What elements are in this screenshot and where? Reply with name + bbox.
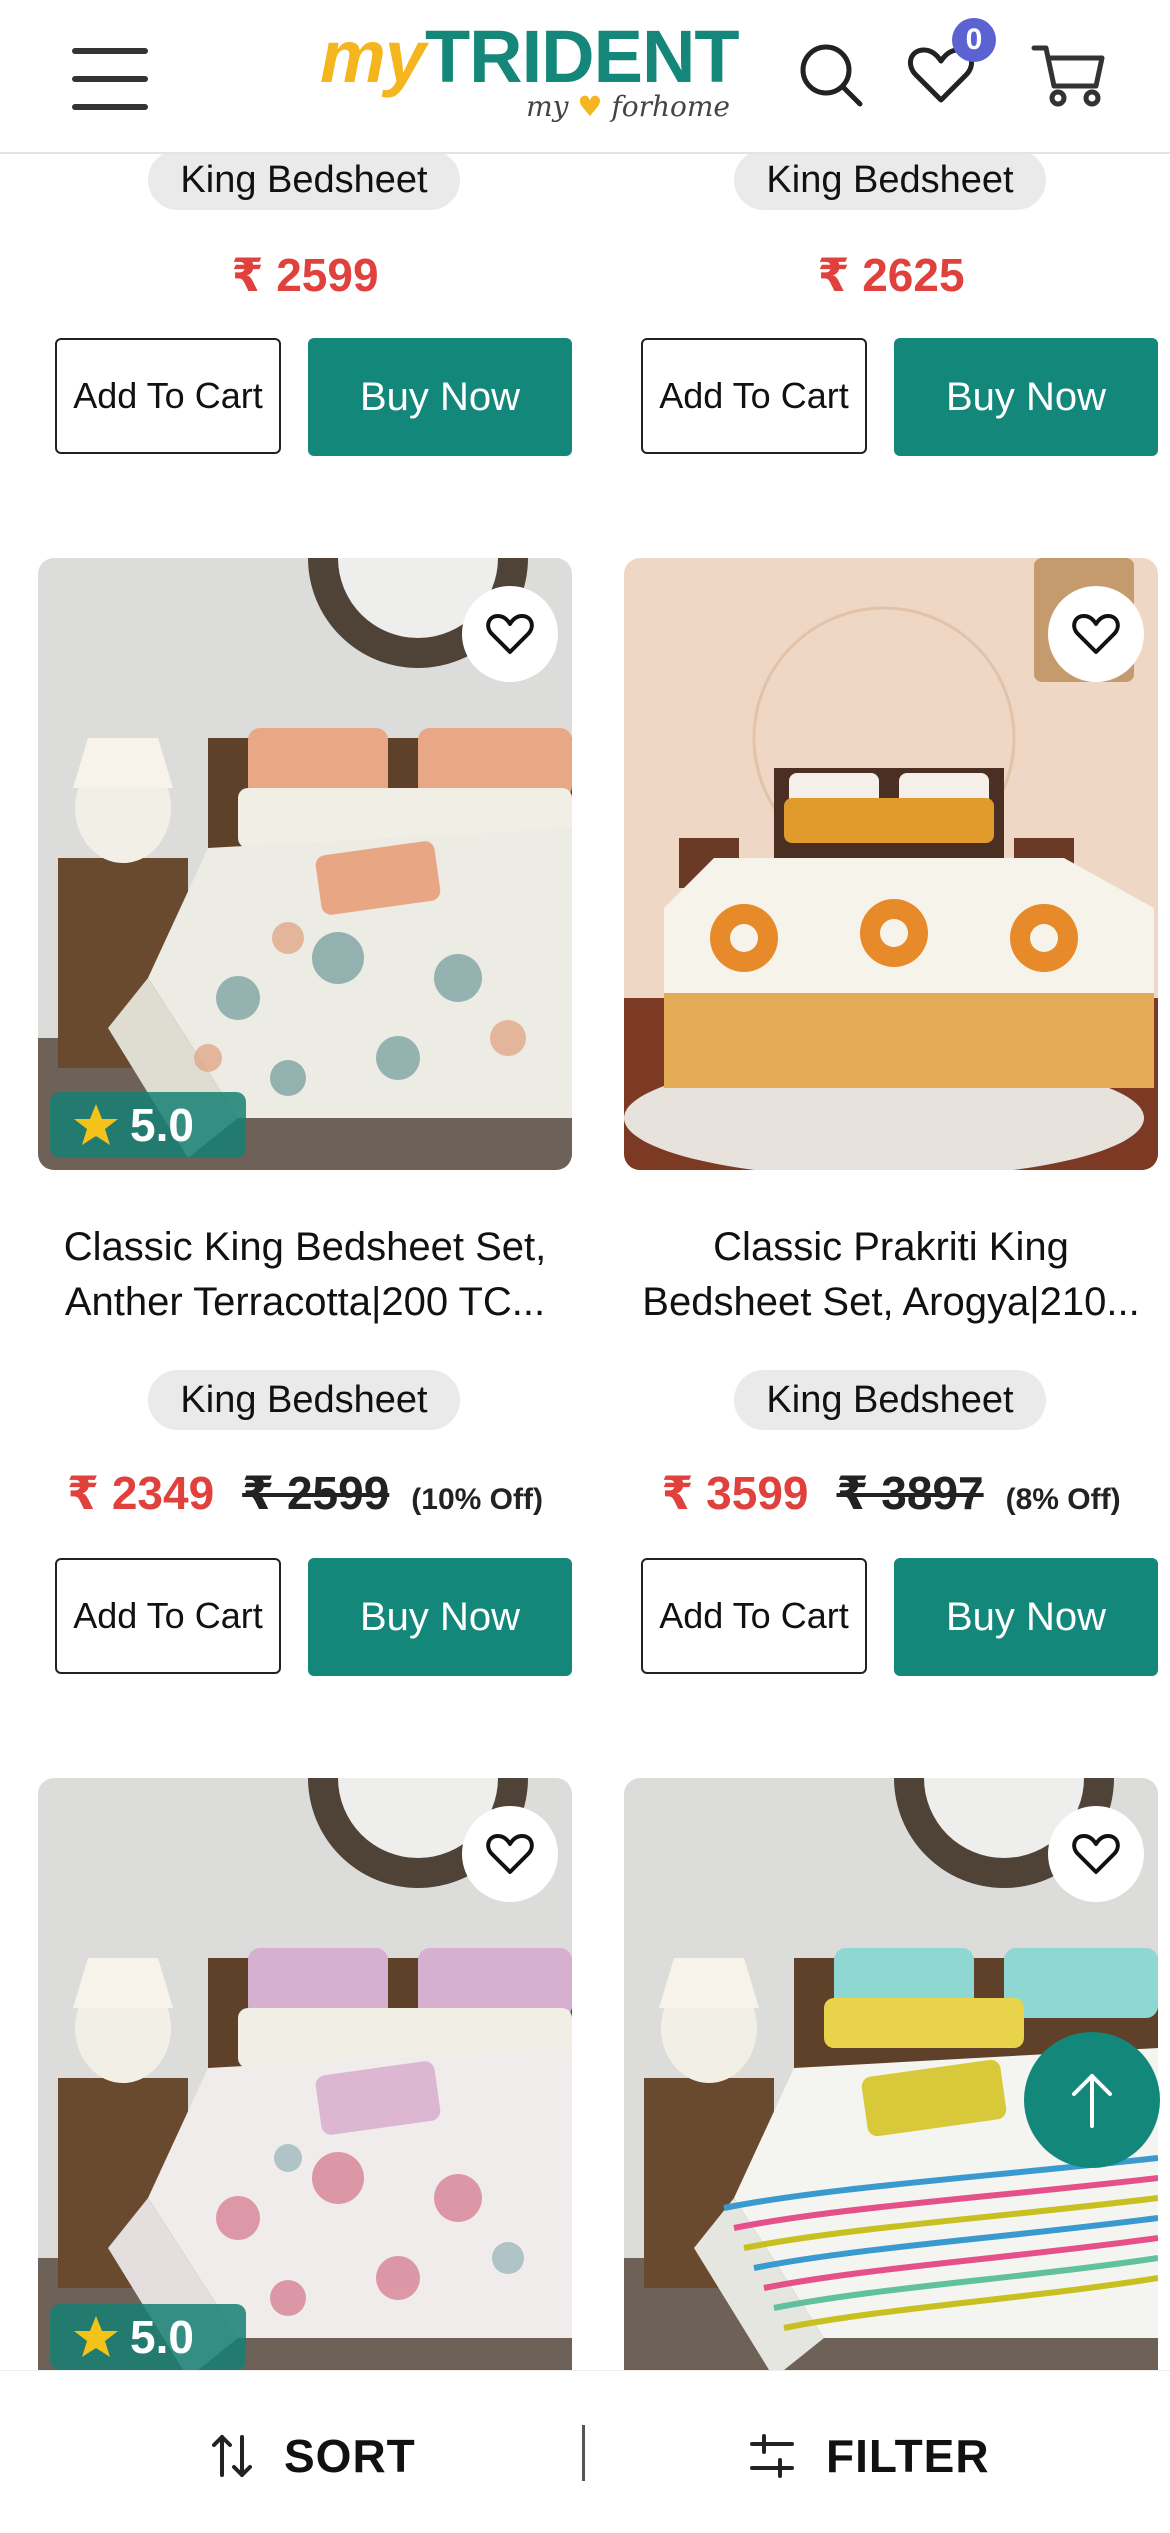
add-to-cart-button[interactable]: Add To Cart bbox=[55, 1558, 281, 1674]
buy-now-button[interactable]: Buy Now bbox=[308, 338, 572, 456]
add-to-cart-button[interactable]: Add To Cart bbox=[55, 338, 281, 454]
price-row: ₹ 3599 ₹ 3897 (8% Off) bbox=[624, 1466, 1158, 1520]
logo-my: my bbox=[320, 15, 426, 98]
arrow-up-icon bbox=[1072, 2074, 1112, 2128]
app-header: myTRIDENT my ♥ forhome 0 bbox=[0, 0, 1170, 154]
add-to-cart-button[interactable]: Add To Cart bbox=[641, 1558, 867, 1674]
heart-icon bbox=[1072, 614, 1120, 654]
add-to-cart-button[interactable]: Add To Cart bbox=[641, 338, 867, 454]
discount-label: (10% Off) bbox=[411, 1483, 543, 1516]
heart-icon bbox=[486, 1834, 534, 1874]
price-original: ₹ 3897 bbox=[836, 1467, 984, 1519]
search-icon[interactable] bbox=[796, 40, 866, 110]
heart-icon bbox=[486, 614, 534, 654]
product-card[interactable]: Classic Prakriti King Bedsheet Set, Arog… bbox=[624, 558, 1158, 1688]
category-pill: King Bedsheet bbox=[148, 1370, 460, 1430]
add-to-wishlist-button[interactable] bbox=[1048, 586, 1144, 682]
price-current: ₹ 2599 bbox=[231, 249, 379, 301]
product-title[interactable]: Classic Prakriti King Bedsheet Set, Arog… bbox=[624, 1220, 1158, 1330]
star-icon bbox=[74, 2316, 118, 2357]
buy-now-button[interactable]: Buy Now bbox=[894, 1558, 1158, 1676]
category-pill: King Bedsheet bbox=[734, 1370, 1046, 1430]
wishlist-count-badge: 0 bbox=[952, 18, 996, 62]
add-to-wishlist-button[interactable] bbox=[462, 586, 558, 682]
brand-logo[interactable]: myTRIDENT my ♥ forhome bbox=[320, 14, 740, 132]
rating-badge: 5.0 bbox=[50, 2304, 246, 2370]
rating-value: 5.0 bbox=[130, 2311, 194, 2363]
price-row: ₹ 2625 bbox=[624, 248, 1158, 302]
product-card[interactable]: 5.0 Classic King Bedsheet Set, Anther Te… bbox=[38, 558, 572, 1688]
category-pill: King Bedsheet bbox=[148, 150, 460, 210]
sort-icon bbox=[212, 2435, 252, 2477]
product-image[interactable] bbox=[624, 558, 1158, 1170]
discount-label: (8% Off) bbox=[1005, 1483, 1121, 1516]
scroll-to-top-button[interactable] bbox=[1024, 2032, 1160, 2168]
price-original: ₹ 2599 bbox=[242, 1467, 390, 1519]
sort-filter-bar: SORT FILTER bbox=[0, 2370, 1170, 2533]
cart-icon[interactable] bbox=[1030, 40, 1110, 110]
price-row: ₹ 2349 ₹ 2599 (10% Off) bbox=[38, 1466, 572, 1520]
price-current: ₹ 2349 bbox=[67, 1467, 215, 1519]
filter-button[interactable]: FILTER bbox=[748, 2425, 990, 2487]
logo-tagline: my ♥ forhome bbox=[526, 90, 730, 123]
buy-now-button[interactable]: Buy Now bbox=[308, 1558, 572, 1676]
rating-badge: 5.0 bbox=[50, 1092, 246, 1158]
bar-divider bbox=[582, 2425, 585, 2481]
price-row: ₹ 2599 bbox=[38, 248, 572, 302]
buy-now-button[interactable]: Buy Now bbox=[894, 338, 1158, 456]
filter-icon bbox=[750, 2434, 794, 2478]
price-current: ₹ 3599 bbox=[661, 1467, 809, 1519]
add-to-wishlist-button[interactable] bbox=[1048, 1806, 1144, 1902]
heart-icon bbox=[1072, 1834, 1120, 1874]
filter-label: FILTER bbox=[826, 2430, 990, 2482]
sort-button[interactable]: SORT bbox=[208, 2425, 416, 2487]
product-card[interactable]: 5.0 bbox=[38, 1778, 572, 2390]
star-icon bbox=[74, 1104, 118, 1145]
product-title[interactable]: Classic King Bedsheet Set, Anther Terrac… bbox=[38, 1220, 572, 1330]
product-image[interactable]: 5.0 bbox=[38, 1778, 572, 2390]
add-to-wishlist-button[interactable] bbox=[462, 1806, 558, 1902]
category-pill: King Bedsheet bbox=[734, 150, 1046, 210]
rating-value: 5.0 bbox=[130, 1099, 194, 1151]
menu-icon[interactable] bbox=[72, 48, 148, 110]
price-current: ₹ 2625 bbox=[817, 249, 965, 301]
product-image[interactable]: 5.0 bbox=[38, 558, 572, 1170]
sort-label: SORT bbox=[284, 2430, 416, 2482]
logo-brand: TRIDENT bbox=[424, 15, 740, 98]
